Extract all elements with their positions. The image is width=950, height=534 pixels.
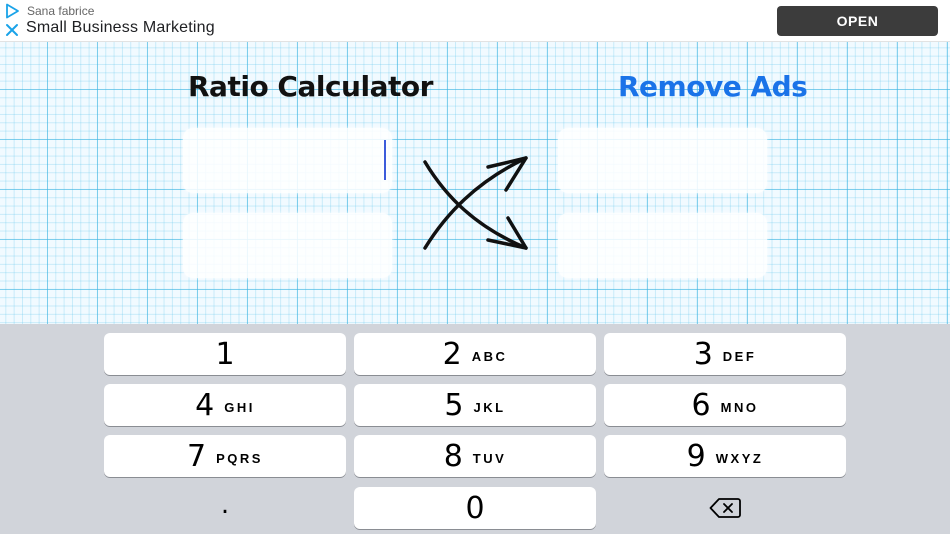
ratio-result-d[interactable] <box>558 213 767 278</box>
key-2[interactable]: 2 ABC <box>354 333 596 375</box>
ad-open-button[interactable]: OPEN <box>777 6 938 36</box>
key-1[interactable]: 1 <box>104 333 346 375</box>
key-9[interactable]: 9 WXYZ <box>604 435 846 477</box>
ad-sponsor: Sana fabrice <box>27 4 95 18</box>
key-decimal-point[interactable]: . <box>104 487 346 529</box>
ratio-input-c[interactable] <box>558 128 767 193</box>
key-8[interactable]: 8 TUV <box>354 435 596 477</box>
key-7[interactable]: 7 PQRS <box>104 435 346 477</box>
key-5[interactable]: 5 JKL <box>354 384 596 426</box>
key-3[interactable]: 3 DEF <box>604 333 846 375</box>
grid-paper-area: Ratio Calculator Remove Ads <box>0 42 950 324</box>
close-icon[interactable] <box>4 22 20 38</box>
text-caret <box>384 140 386 180</box>
play-icon[interactable] <box>4 3 20 19</box>
key-backspace[interactable] <box>604 487 846 529</box>
ad-banner[interactable]: Sana fabrice Small Business Marketing OP… <box>0 0 950 42</box>
remove-ads-button[interactable]: Remove Ads <box>618 70 808 103</box>
key-0[interactable]: 0 <box>354 487 596 529</box>
numeric-keypad: 1 2 ABC 3 DEF 4 GHI 5 JKL 6 MNO 7 PQRS 8… <box>0 324 950 534</box>
cross-multiply-arrows-icon <box>423 156 528 250</box>
ratio-input-a[interactable] <box>183 128 392 193</box>
ratio-input-b[interactable] <box>183 213 392 278</box>
backspace-icon <box>709 498 741 518</box>
ad-title[interactable]: Small Business Marketing <box>26 19 215 37</box>
key-4[interactable]: 4 GHI <box>104 384 346 426</box>
key-6[interactable]: 6 MNO <box>604 384 846 426</box>
page-title: Ratio Calculator <box>188 70 433 103</box>
